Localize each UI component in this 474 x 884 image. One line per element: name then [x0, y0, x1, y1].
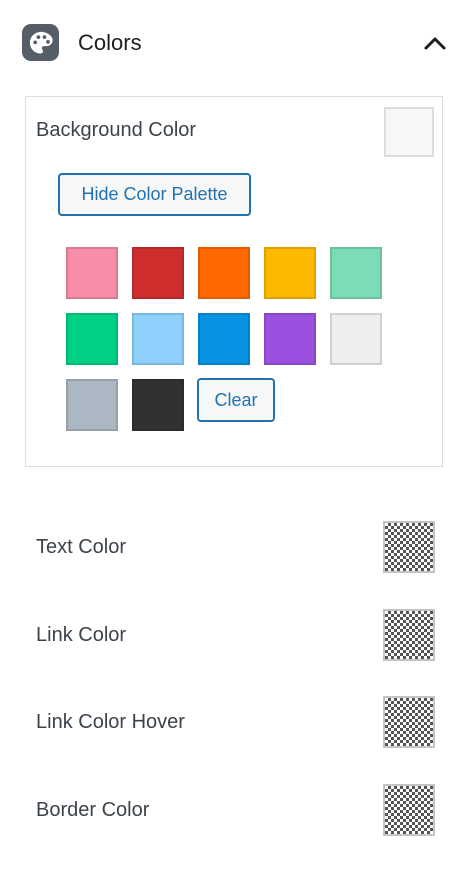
color-swatch-dark-gray[interactable] [132, 379, 184, 431]
panel-title: Colors [78, 30, 142, 55]
background-color-label: Background Color [36, 119, 197, 141]
chevron-up-icon[interactable] [420, 28, 450, 58]
link-color-hover-swatch[interactable] [383, 696, 435, 748]
color-swatch-amber[interactable] [264, 247, 316, 299]
color-swatch-light-blue[interactable] [132, 313, 184, 365]
clear-button[interactable]: Clear [197, 378, 275, 422]
background-color-swatch[interactable] [384, 107, 434, 157]
color-swatch-purple[interactable] [264, 313, 316, 365]
color-swatch-orange[interactable] [198, 247, 250, 299]
text-color-row: Text Color [0, 519, 474, 575]
border-color-row: Border Color [0, 782, 474, 838]
link-color-row: Link Color [0, 607, 474, 663]
color-palette: Clear [66, 247, 386, 432]
color-swatch-light-green[interactable] [330, 247, 382, 299]
color-swatch-gray[interactable] [66, 379, 118, 431]
palette-icon [22, 24, 59, 61]
text-color-swatch[interactable] [383, 521, 435, 573]
hide-color-palette-button[interactable]: Hide Color Palette [58, 173, 251, 216]
link-color-swatch[interactable] [383, 609, 435, 661]
colors-panel-header[interactable]: Colors [0, 0, 474, 86]
border-color-swatch[interactable] [383, 784, 435, 836]
link-color-label: Link Color [36, 624, 127, 646]
border-color-label: Border Color [36, 799, 150, 821]
color-swatch-light-gray[interactable] [330, 313, 382, 365]
color-swatch-green[interactable] [66, 313, 118, 365]
link-color-hover-label: Link Color Hover [36, 711, 185, 733]
color-swatch-pink[interactable] [66, 247, 118, 299]
text-color-label: Text Color [36, 536, 127, 558]
link-color-hover-row: Link Color Hover [0, 694, 474, 750]
background-color-control: Background Color Hide Color Palette Clea… [25, 96, 443, 467]
color-swatch-red[interactable] [132, 247, 184, 299]
color-swatch-blue[interactable] [198, 313, 250, 365]
